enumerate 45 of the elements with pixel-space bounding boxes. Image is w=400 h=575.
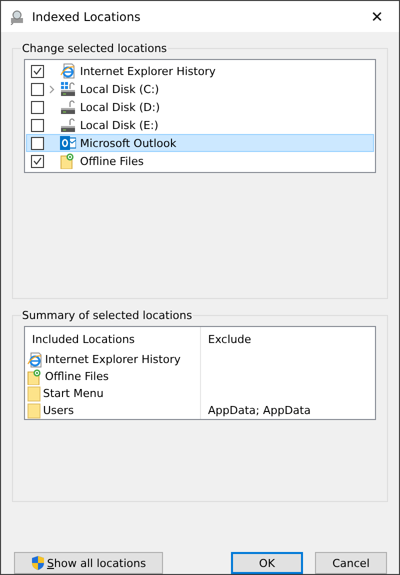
location-item[interactable]: Local Disk (D:) [26,98,374,116]
column-header: Exclude [207,332,252,348]
location-item[interactable]: Local Disk (E:) [26,116,374,134]
table-cell-text: AppData; AppData [207,403,312,419]
drive-icon [60,99,76,115]
drive-icon [60,117,76,133]
checkbox[interactable] [31,154,44,168]
location-item[interactable]: Offline Files [26,152,374,170]
drive-icon [60,81,76,97]
column-header: Included Locations [25,327,201,351]
location-label: Local Disk (C:) [80,82,160,96]
search-drive-icon [9,8,25,24]
table-cell: Start Menu [25,385,201,402]
location-item[interactable]: Local Disk (C:) [26,80,374,98]
window-title: Indexed Locations [32,10,142,24]
table-cell: Internet Explorer History [25,351,201,368]
location-item[interactable]: Internet Explorer History [26,62,374,80]
expand-chevron-icon[interactable] [49,84,55,94]
ok-button[interactable]: OK [231,552,303,574]
location-label: Internet Explorer History [80,64,216,78]
table-cell: Offline Files [25,368,201,385]
mail-app-icon [60,135,76,151]
checkbox[interactable] [31,136,44,150]
location-label: Local Disk (E:) [80,118,158,132]
checkbox[interactable] [31,118,44,132]
folder-icon [27,402,41,418]
location-label: Offline Files [80,154,144,168]
checkbox[interactable] [31,64,44,78]
group-title: Summary of selected locations [21,309,194,322]
location-label: Microsoft Outlook [80,136,176,150]
checkbox[interactable] [31,82,44,96]
table-cell: Users [25,402,201,419]
close-button[interactable]: ✕ [355,1,399,32]
show-all-button[interactable]: Show all locations [14,552,163,574]
cancel-button[interactable]: Cancel [315,552,387,574]
folder-icon [27,386,41,402]
sync-folder-icon [60,153,76,169]
browser-icon [27,352,43,368]
checkbox[interactable] [31,100,44,114]
shield-icon [31,555,46,571]
location-item[interactable]: Microsoft Outlook [26,134,374,152]
sync-folder-icon [27,368,43,384]
browser-icon [60,63,76,79]
group-title: Change selected locations [21,42,168,55]
location-label: Local Disk (D:) [80,100,160,114]
